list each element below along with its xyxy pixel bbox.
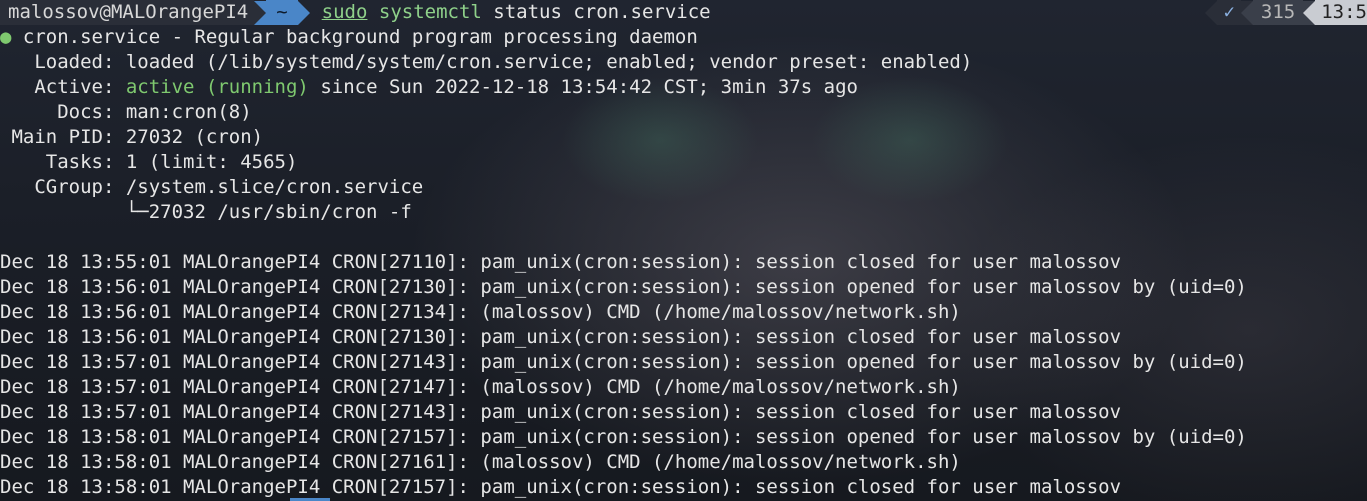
command-program: systemctl xyxy=(378,1,482,23)
log-line: Dec 18 13:56:01 MALOrangePI4 CRON[27130]… xyxy=(0,326,1122,348)
log-line: Dec 18 13:58:01 MALOrangePI4 CRON[27157]… xyxy=(0,476,1122,498)
status-active-since: since Sun 2022-12-18 13:54:42 CST; 3min … xyxy=(308,76,858,98)
status-main-pid: Main PID: 27032 (cron) xyxy=(0,126,264,148)
history-count: 315 xyxy=(1252,0,1304,25)
command-input[interactable]: sudo systemctl status cron.service xyxy=(322,0,711,25)
command-arguments: status cron.service xyxy=(481,1,711,23)
prompt-separator-icon xyxy=(1303,0,1316,25)
prompt-separator-icon xyxy=(1240,0,1253,25)
status-tasks: Tasks: 1 (limit: 4565) xyxy=(0,151,298,173)
status-active-label: Active: xyxy=(0,76,126,98)
log-line: Dec 18 13:57:01 MALOrangePI4 CRON[27143]… xyxy=(0,351,1247,373)
status-cgroup-process: └─27032 /usr/sbin/cron -f xyxy=(0,201,412,223)
prompt-separator-icon xyxy=(297,0,310,25)
command-sudo: sudo xyxy=(321,1,368,23)
right-prompt: ✓ 315 13:5 xyxy=(1205,0,1367,25)
prompt-directory: ~ xyxy=(266,0,298,25)
prompt-time: 13:5 xyxy=(1315,0,1367,25)
log-line: Dec 18 13:56:01 MALOrangePI4 CRON[27130]… xyxy=(0,276,1247,298)
terminal-window[interactable]: malossov@MALOrangePI4 ~ sudo systemctl s… xyxy=(0,0,1367,501)
log-line: Dec 18 13:56:01 MALOrangePI4 CRON[27134]… xyxy=(0,301,961,323)
status-docs: Docs: man:cron(8) xyxy=(0,101,252,123)
shell-prompt: malossov@MALOrangePI4 ~ sudo systemctl s… xyxy=(0,0,711,25)
active-status-dot-icon: ● xyxy=(0,26,12,48)
prompt-user-host: malossov@MALOrangePI4 xyxy=(0,0,255,25)
log-line: Dec 18 13:58:01 MALOrangePI4 CRON[27161]… xyxy=(0,451,961,473)
prompt-separator-icon xyxy=(1205,0,1218,25)
status-active-line: Active: active (running) since Sun 2022-… xyxy=(0,75,858,100)
status-title-line: ● cron.service - Regular background prog… xyxy=(0,25,698,50)
log-line: Dec 18 13:57:01 MALOrangePI4 CRON[27147]… xyxy=(0,376,961,398)
log-line: Dec 18 13:57:01 MALOrangePI4 CRON[27143]… xyxy=(0,401,1122,423)
status-active-state: active (running) xyxy=(125,76,309,98)
status-loaded: Loaded: loaded (/lib/systemd/system/cron… xyxy=(0,51,973,73)
log-line: Dec 18 13:58:01 MALOrangePI4 CRON[27157]… xyxy=(0,426,1247,448)
status-title: cron.service - Regular background progra… xyxy=(11,26,698,48)
log-line: Dec 18 13:55:01 MALOrangePI4 CRON[27110]… xyxy=(0,251,1122,273)
prompt-separator-icon xyxy=(254,0,267,25)
status-cgroup: CGroup: /system.slice/cron.service xyxy=(0,176,424,198)
success-check-icon: ✓ xyxy=(1217,0,1241,25)
